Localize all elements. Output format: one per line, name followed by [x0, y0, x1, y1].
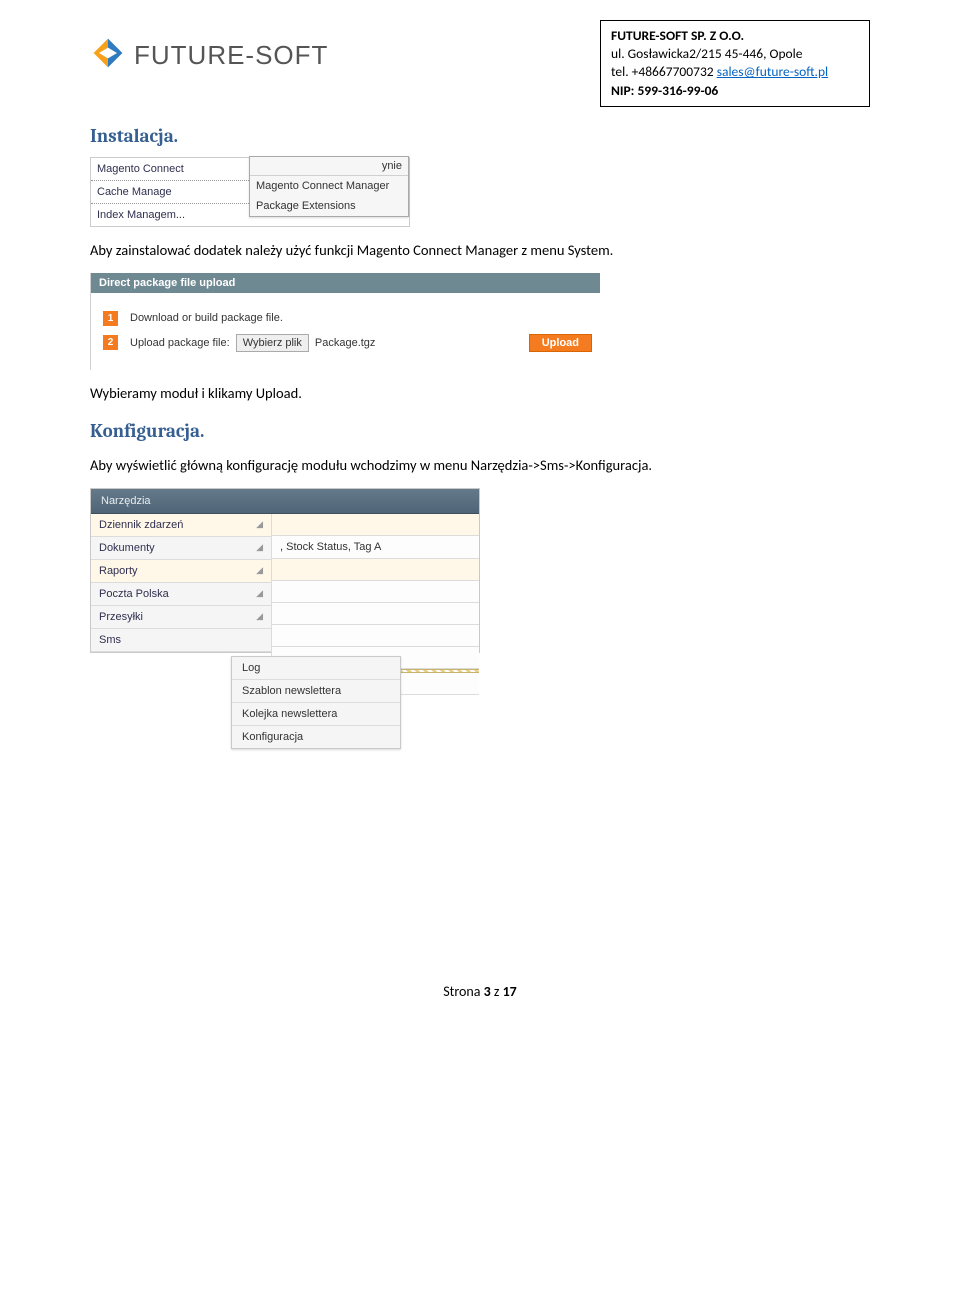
paragraph-config: Aby wyświetlić główną konfigurację moduł…	[90, 456, 870, 474]
step-2-label: Upload package file:	[130, 337, 230, 349]
company-address: ul. Gosławicka2/215 45-446, Opole	[611, 45, 859, 63]
figure-narzedzia-menu: Narzędzia Dziennik zdarzeń◢ Dokumenty◢ R…	[90, 488, 870, 653]
page-total: 17	[503, 983, 517, 1000]
package-filename: Package.tgz	[315, 337, 376, 349]
document-header: FUTURE-SOFT FUTURE-SOFT SP. Z O.O. ul. G…	[90, 20, 870, 107]
menu-item[interactable]: Dokumenty◢	[91, 537, 271, 560]
company-contact: tel. +48667700732 sales@future-soft.pl	[611, 63, 859, 81]
menu-item[interactable]: Poczta Polska◢	[91, 583, 271, 606]
submenu-item[interactable]: Szablon newslettera	[232, 680, 400, 703]
company-name: FUTURE-SOFT SP. Z O.O.	[611, 27, 744, 44]
submenu-item[interactable]: Package Extensions	[250, 196, 408, 216]
paragraph-install: Aby zainstalować dodatek należy użyć fun…	[90, 241, 870, 259]
submenu-item[interactable]: Kolejka newslettera	[232, 703, 400, 726]
upload-panel-title: Direct package file upload	[91, 273, 600, 293]
logo-icon	[90, 35, 126, 75]
heading-instalacja: Instalacja.	[90, 125, 870, 147]
chevron-right-icon: ◢	[256, 611, 263, 622]
step-1-text: Download or build package file.	[130, 312, 283, 324]
figure-system-menu: Magento Connect Cache Manage Index Manag…	[90, 157, 870, 227]
paragraph-upload: Wybieramy moduł i klikamy Upload.	[90, 384, 870, 402]
heading-konfiguracja: Konfiguracja.	[90, 420, 870, 442]
company-email-link[interactable]: sales@future-soft.pl	[717, 63, 828, 80]
step-number-icon: 2	[103, 335, 118, 350]
logo-text: FUTURE-SOFT	[134, 40, 328, 71]
company-nip: NIP: 599-316-99-06	[611, 82, 859, 100]
chevron-right-icon: ◢	[256, 542, 263, 553]
upload-step-1: 1 Download or build package file.	[103, 311, 592, 326]
submenu-item[interactable]: Log	[232, 657, 400, 680]
page-footer: Strona 3 z 17	[90, 983, 870, 1000]
menu-header-narzedzia[interactable]: Narzędzia	[91, 489, 479, 514]
submenu-header: ynie	[250, 157, 408, 176]
sms-submenu: Log Szablon newslettera Kolejka newslett…	[231, 656, 401, 749]
choose-file-button[interactable]: Wybierz plik	[236, 334, 309, 352]
company-info-box: FUTURE-SOFT SP. Z O.O. ul. Gosławicka2/2…	[600, 20, 870, 107]
right-panel-text: , Stock Status, Tag A	[272, 536, 479, 559]
upload-step-2: 2 Upload package file: Wybierz plik Pack…	[103, 334, 592, 352]
menu-item[interactable]: Index Managem...	[91, 204, 251, 226]
chevron-right-icon: ◢	[256, 519, 263, 530]
menu-item[interactable]: Przesyłki◢	[91, 606, 271, 629]
menu-item[interactable]: Raporty◢	[91, 560, 271, 583]
chevron-right-icon: ◢	[256, 565, 263, 576]
menu-item-sms[interactable]: Sms	[91, 629, 271, 652]
menu-item[interactable]: Cache Manage	[91, 181, 251, 204]
upload-button[interactable]: Upload	[529, 334, 592, 352]
step-number-icon: 1	[103, 311, 118, 326]
submenu-item-konfiguracja[interactable]: Konfiguracja	[232, 726, 400, 748]
submenu-item[interactable]: Magento Connect Manager	[250, 176, 408, 196]
page-current: 3	[484, 983, 491, 1000]
logo: FUTURE-SOFT	[90, 35, 328, 75]
figure-upload: Direct package file upload 1 Download or…	[90, 273, 870, 370]
menu-item[interactable]: Magento Connect	[91, 158, 251, 181]
chevron-right-icon: ◢	[256, 588, 263, 599]
menu-item[interactable]: Dziennik zdarzeń◢	[91, 514, 271, 537]
submenu: ynie Magento Connect Manager Package Ext…	[249, 156, 409, 217]
